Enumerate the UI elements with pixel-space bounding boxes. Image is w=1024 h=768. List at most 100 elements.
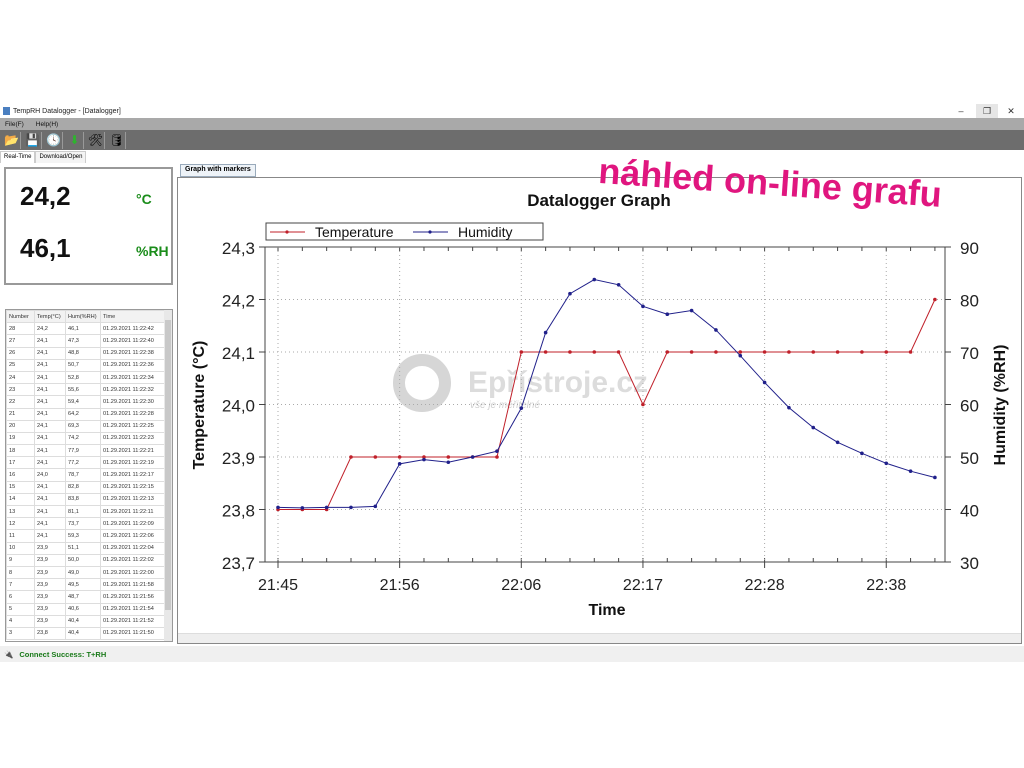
table-row[interactable]: 21 24,1 64,2 01.29.2021 11:22:28 (6, 407, 167, 421)
y-tick-label: 24,2 (222, 292, 255, 311)
data-point-temperature (592, 350, 597, 354)
table-cell: 50,0 (65, 553, 101, 567)
table-row[interactable]: 24 24,1 52,8 01.29.2021 11:22:34 (6, 370, 167, 385)
download-icon[interactable]: ⬇ (66, 131, 84, 149)
table-row[interactable]: 3 23,8 40,4 01.29.2021 11:21:50 (6, 626, 167, 641)
table-cell: 49,0 (65, 565, 101, 580)
y-tick-label: 24,3 (222, 239, 255, 258)
table-cell: 24,1 (34, 492, 66, 507)
humidity-value: 46,1 (20, 233, 71, 263)
table-row[interactable]: 10 23,9 51,1 01.29.2021 11:22:04 (6, 541, 167, 555)
menu-file[interactable]: File(F) (5, 121, 24, 128)
tools-icon[interactable]: 🛠 (87, 131, 105, 149)
table-row[interactable]: 22 24,1 59,4 01.29.2021 11:22:30 (6, 395, 167, 409)
col-number[interactable]: Number (6, 310, 35, 324)
tab-download-open[interactable]: Download/Open (35, 151, 87, 163)
scroll-thumb[interactable] (165, 320, 171, 610)
table-row[interactable]: 8 23,9 49,0 01.29.2021 11:22:00 (6, 565, 167, 580)
folder-icon[interactable]: 📂 (3, 131, 21, 149)
tab-graph-with-markers[interactable]: Graph with markers (180, 164, 256, 177)
col-time[interactable]: Time (100, 310, 167, 324)
table-scrollbar[interactable] (164, 310, 172, 641)
restore-button[interactable]: ❐ (976, 104, 998, 118)
data-point-humidity (860, 451, 864, 456)
legend-marker (428, 230, 432, 234)
database-icon[interactable]: 🛢 (108, 131, 126, 149)
table-row[interactable]: 9 23,9 50,0 01.29.2021 11:22:02 (6, 553, 167, 567)
data-point-temperature (349, 455, 353, 459)
data-point-temperature (373, 455, 378, 459)
table-row[interactable]: 27 24,1 47,3 01.29.2021 11:22:40 (6, 334, 167, 348)
table-cell: 01.29.2021 11:22:23 (100, 431, 167, 446)
table-row[interactable]: 26 24,1 48,8 01.29.2021 11:22:38 (6, 346, 167, 360)
legend-label: Temperature (315, 224, 394, 240)
table-row[interactable]: 19 24,1 74,2 01.29.2021 11:22:23 (6, 431, 167, 446)
legend-marker (285, 230, 289, 234)
title-bar: TempRH Datalogger - [Datalogger] – ❐ ✕ (0, 104, 1024, 118)
table-cell: 40,6 (65, 602, 101, 616)
table-row[interactable]: 20 24,1 69,3 01.29.2021 11:22:25 (6, 419, 167, 433)
table-row[interactable]: 17 24,1 77,2 01.29.2021 11:22:19 (6, 456, 167, 470)
tab-real-time[interactable]: Real-Time (0, 151, 36, 163)
chart-scrollbar[interactable] (178, 633, 1021, 643)
save-icon[interactable]: 💾 (24, 131, 42, 149)
data-point-temperature (908, 350, 913, 354)
data-point-temperature (568, 350, 572, 354)
menu-help[interactable]: Help(H) (36, 121, 58, 128)
col-hum[interactable]: Hum(%RH) (65, 310, 101, 324)
table-cell: 01.29.2021 11:21:54 (100, 602, 167, 616)
table-cell: 21 (6, 407, 35, 421)
table-cell: 14 (6, 492, 35, 507)
table-cell: 73,7 (65, 517, 101, 531)
data-point-humidity (908, 469, 913, 473)
temperature-unit: °C (136, 191, 152, 207)
minimize-button[interactable]: – (950, 104, 972, 118)
table-row[interactable]: 13 24,1 81,1 01.29.2021 11:22:11 (6, 504, 167, 519)
table-cell: 01.29.2021 11:22:13 (100, 492, 167, 507)
table-row[interactable]: 18 24,1 77,9 01.29.2021 11:22:21 (6, 444, 167, 458)
data-point-temperature (543, 350, 548, 354)
table-cell: 83,8 (65, 492, 101, 507)
x-tick-label: 22:28 (745, 577, 785, 594)
table-row[interactable]: 12 24,1 73,7 01.29.2021 11:22:09 (6, 517, 167, 531)
close-button[interactable]: ✕ (1000, 104, 1022, 118)
table-cell: 01.29.2021 11:22:32 (100, 383, 167, 397)
table-cell: 51,1 (65, 541, 101, 555)
data-point-humidity (811, 425, 816, 430)
table-row[interactable]: 28 24,2 46,1 01.29.2021 11:22:42 (6, 322, 167, 336)
table-cell: 01.29.2021 11:22:06 (100, 529, 167, 543)
y-tick-label: 23,7 (222, 554, 255, 573)
table-row[interactable]: 4 23,9 40,4 01.29.2021 11:21:52 (6, 614, 167, 628)
table-row[interactable]: 5 23,9 40,6 01.29.2021 11:21:54 (6, 602, 167, 616)
data-point-temperature (616, 350, 621, 354)
clock-icon[interactable]: 🕓 (45, 131, 63, 149)
table-row[interactable]: 23 24,1 55,6 01.29.2021 11:22:32 (6, 383, 167, 397)
table-cell: 15 (6, 480, 35, 494)
data-point-humidity (665, 312, 670, 317)
col-temp[interactable]: Temp(°C) (34, 310, 66, 324)
table-row[interactable]: 11 24,1 59,3 01.29.2021 11:22:06 (6, 529, 167, 543)
menu-bar: File(F) Help(H) (0, 118, 1024, 130)
data-point-humidity (397, 462, 402, 466)
readout-panel: 24,2 °C 46,1 %RH (4, 167, 173, 285)
table-cell: 77,9 (65, 444, 101, 458)
table-cell: 01.29.2021 11:22:04 (100, 541, 167, 555)
table-row[interactable]: 15 24,1 82,8 01.29.2021 11:22:15 (6, 480, 167, 494)
table-row[interactable]: 14 24,1 83,8 01.29.2021 11:22:13 (6, 492, 167, 507)
table-row[interactable]: 7 23,9 49,5 01.29.2021 11:21:58 (6, 578, 167, 592)
data-point-temperature (811, 350, 816, 354)
table-cell: 01.29.2021 11:22:36 (100, 358, 167, 372)
table-cell: 13 (6, 504, 35, 519)
table-cell: 55,6 (65, 383, 101, 397)
table-cell: 01.29.2021 11:22:30 (100, 395, 167, 409)
table-cell: 27 (6, 334, 35, 348)
table-row[interactable]: 16 24,0 78,7 01.29.2021 11:22:17 (6, 468, 167, 482)
table-row[interactable]: 25 24,1 50,7 01.29.2021 11:22:36 (6, 358, 167, 372)
plug-icon: 🔌 (4, 649, 14, 659)
table-cell: 24,1 (34, 456, 66, 470)
table-row[interactable]: 6 23,9 48,7 01.29.2021 11:21:56 (6, 590, 167, 604)
table-cell: 48,7 (65, 590, 101, 604)
window-title: TempRH Datalogger - [Datalogger] (13, 107, 121, 115)
table-cell: 24,0 (34, 468, 66, 482)
x-tick-label: 21:45 (258, 577, 298, 594)
